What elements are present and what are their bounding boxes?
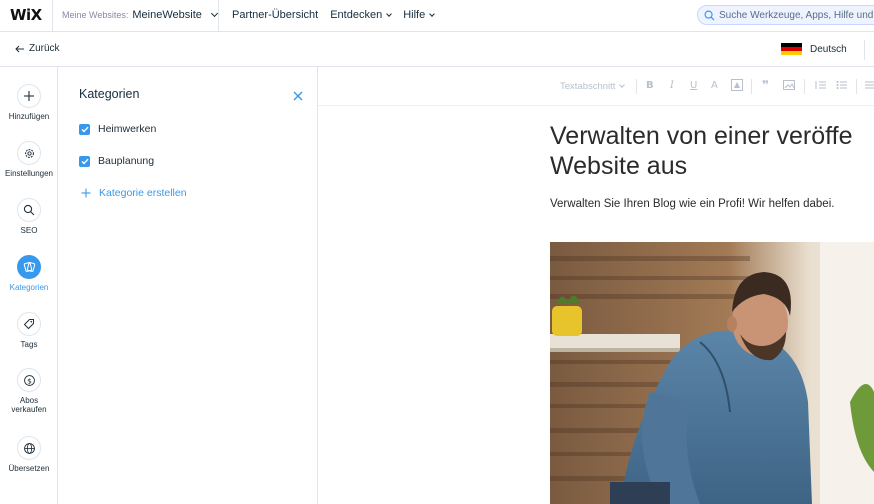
rail-item-settings[interactable]: Einstellungen xyxy=(0,141,58,178)
panel-title: Kategorien xyxy=(79,87,140,101)
quote-icon[interactable]: ❞ xyxy=(762,78,769,92)
nav-label: Hilfe xyxy=(403,9,426,21)
search-icon xyxy=(17,198,41,222)
site-selector[interactable]: Meine Websites: MeineWebsite xyxy=(62,9,218,21)
rail-item-translate[interactable]: Übersetzen xyxy=(0,436,58,473)
rail-item-add[interactable]: Hinzufügen xyxy=(0,84,58,121)
text-color-icon[interactable]: A xyxy=(711,80,718,91)
rail-label: Kategorien xyxy=(9,283,49,292)
bold-icon[interactable]: B xyxy=(646,80,654,91)
search-icon xyxy=(704,10,715,21)
rail-label: Tags xyxy=(20,340,38,349)
divider xyxy=(636,79,637,94)
rail-label: Hinzufügen xyxy=(8,112,50,121)
image-icon[interactable] xyxy=(783,80,795,93)
search-box[interactable] xyxy=(697,5,874,25)
categories-panel: Kategorien Heimwerken Bauplanung Kategor… xyxy=(58,67,318,504)
site-selector-value: MeineWebsite xyxy=(132,9,202,21)
post-editor: Textabschnitt B I U A ❞ Verwalten von ei… xyxy=(318,67,874,504)
close-icon[interactable] xyxy=(293,88,303,106)
nav-help[interactable]: Hilfe xyxy=(403,9,436,21)
language-label: Deutsch xyxy=(810,43,847,55)
divider xyxy=(804,79,805,94)
post-title-line: Website aus xyxy=(550,152,688,180)
sub-bar: Zurück Deutsch xyxy=(0,32,874,67)
highlight-icon[interactable] xyxy=(731,79,743,94)
bullet-list-icon[interactable] xyxy=(836,80,847,93)
category-item[interactable]: Bauplanung xyxy=(79,155,154,167)
rail-label: Abos verkaufen xyxy=(11,396,47,414)
nav-partner-overview[interactable]: Partner-Übersicht xyxy=(232,9,318,21)
arrow-left-icon xyxy=(15,45,24,52)
chevron-down-icon xyxy=(619,82,626,88)
create-category-button[interactable]: Kategorie erstellen xyxy=(81,187,187,199)
site-selector-label: Meine Websites: xyxy=(62,10,129,20)
plus-icon xyxy=(17,84,41,108)
categories-icon xyxy=(17,255,41,279)
top-bar: WiX Meine Websites: MeineWebsite Partner… xyxy=(0,0,874,32)
rail-item-tags[interactable]: Tags xyxy=(0,312,58,349)
top-nav: Partner-Übersicht Entdecken Hilfe xyxy=(232,9,436,21)
category-item[interactable]: Heimwerken xyxy=(79,123,156,135)
divider xyxy=(52,0,53,32)
divider xyxy=(751,79,752,94)
check-icon xyxy=(81,126,89,133)
dollar-icon: $ xyxy=(17,368,41,392)
underline-icon[interactable]: U xyxy=(690,80,697,91)
checkbox[interactable] xyxy=(79,123,90,135)
post-cover-image[interactable] xyxy=(550,242,874,504)
svg-text:$: $ xyxy=(27,376,32,385)
language-selector[interactable]: Deutsch xyxy=(781,43,847,55)
globe-icon xyxy=(17,436,41,460)
rail-item-seo[interactable]: SEO xyxy=(0,198,58,235)
italic-icon[interactable]: I xyxy=(670,80,674,91)
wix-logo[interactable]: WiX xyxy=(10,6,42,24)
numbered-list-icon[interactable] xyxy=(815,80,826,93)
align-icon[interactable] xyxy=(865,80,874,93)
post-intro-text[interactable]: Verwalten Sie Ihren Blog wie ein Profi! … xyxy=(550,198,834,210)
nav-label: Entdecken xyxy=(330,9,383,21)
left-rail: Hinzufügen Einstellungen SEO Kategorien … xyxy=(0,67,58,504)
german-flag-icon xyxy=(781,43,802,55)
checkbox[interactable] xyxy=(79,155,90,167)
divider xyxy=(218,0,219,32)
rail-item-categories[interactable]: Kategorien xyxy=(0,255,58,292)
divider xyxy=(864,40,865,60)
nav-label: Partner-Übersicht xyxy=(232,9,319,21)
nav-discover[interactable]: Entdecken xyxy=(330,9,393,21)
chevron-down-icon xyxy=(210,9,218,18)
man-working-photo xyxy=(550,242,874,504)
gear-icon xyxy=(17,141,41,165)
rail-label: SEO xyxy=(20,226,38,235)
check-icon xyxy=(81,158,89,165)
text-style-dropdown[interactable]: Textabschnitt xyxy=(560,81,626,92)
rail-label: Einstellungen xyxy=(4,169,54,178)
category-label: Heimwerken xyxy=(98,123,157,135)
text-style-label: Textabschnitt xyxy=(560,81,616,92)
tag-icon xyxy=(17,312,41,336)
post-title-line: Verwalten von einer veröffe xyxy=(550,122,853,150)
chevron-down-icon xyxy=(429,10,436,17)
rail-item-sell-subscriptions[interactable]: $ Abos verkaufen xyxy=(0,368,58,414)
divider xyxy=(856,79,857,94)
back-button[interactable]: Zurück xyxy=(15,43,60,54)
rail-label: Übersetzen xyxy=(8,464,50,473)
back-label: Zurück xyxy=(29,43,60,54)
search-input[interactable] xyxy=(719,9,874,21)
post-title[interactable]: Verwalten von einer veröffe Website aus xyxy=(550,121,874,181)
formatting-toolbar: Textabschnitt B I U A ❞ xyxy=(318,67,874,106)
chevron-down-icon xyxy=(386,10,393,17)
create-category-label: Kategorie erstellen xyxy=(99,187,187,199)
category-label: Bauplanung xyxy=(98,155,155,167)
plus-icon xyxy=(81,188,91,198)
